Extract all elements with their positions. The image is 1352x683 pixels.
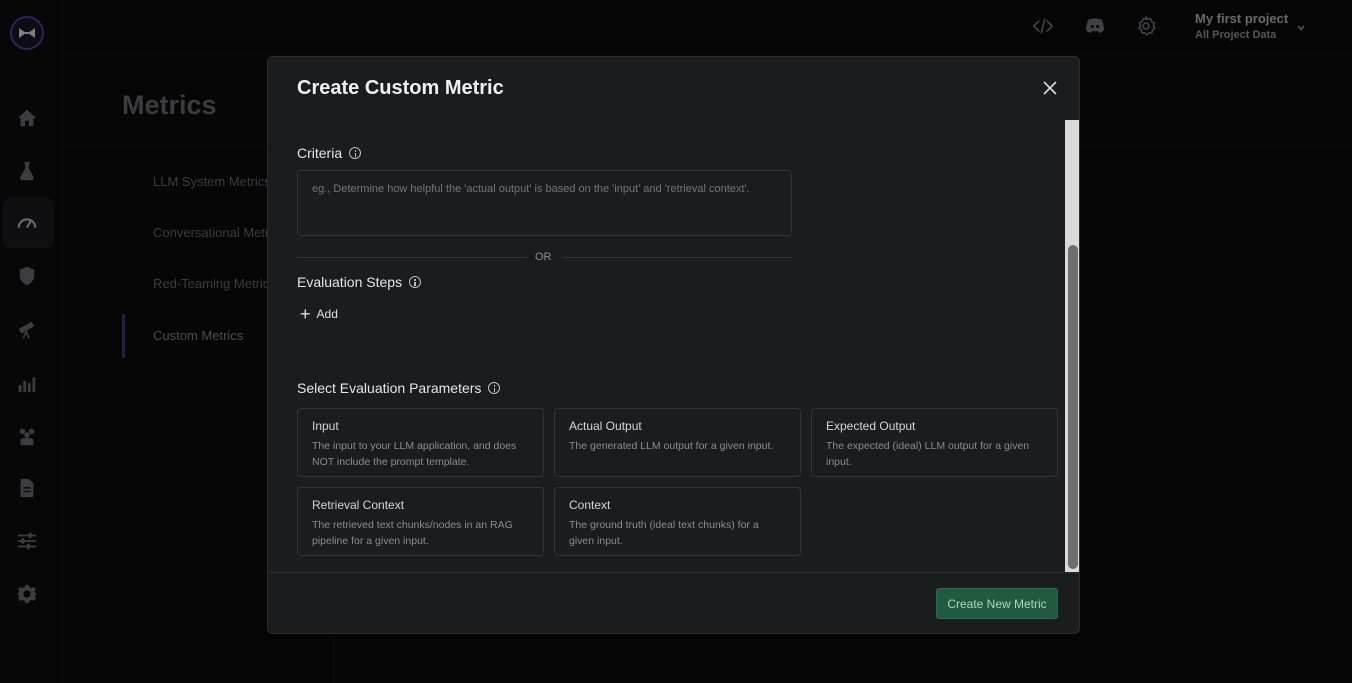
create-metric-button[interactable]: Create New Metric [936,588,1058,619]
criteria-label-text: Criteria [297,145,343,161]
evaluation-steps-label: Evaluation Steps [297,274,422,290]
param-desc: The generated LLM output for a given inp… [569,440,774,452]
close-icon[interactable] [1042,80,1058,96]
plus-icon: + [300,304,311,324]
param-title: Expected Output [826,419,916,433]
info-icon[interactable] [349,147,362,159]
modal-title: Create Custom Metric [297,77,504,99]
criteria-label: Criteria [297,145,362,161]
param-desc: The input to your LLM application, and d… [312,440,517,468]
evaluation-steps-label-text: Evaluation Steps [297,274,403,290]
param-desc: The retrieved text chunks/nodes in an RA… [312,519,513,547]
param-card-input[interactable]: Input The input to your LLM application,… [297,408,544,477]
or-line-left [297,257,527,258]
evaluation-params-label-text: Select Evaluation Parameters [297,380,482,396]
add-step-button[interactable]: + Add [300,304,338,324]
param-title: Context [569,498,611,512]
param-desc: The expected (ideal) LLM output for a gi… [826,440,1030,468]
info-icon[interactable] [488,382,501,394]
scrollbar-thumb[interactable] [1068,245,1078,569]
or-line-right [562,257,792,258]
info-icon[interactable] [409,276,422,288]
or-text: OR [535,251,552,263]
param-card-context[interactable]: Context The ground truth (ideal text chu… [554,487,801,556]
modal-footer-divider [268,572,1079,573]
or-divider: OR [297,250,792,264]
param-title: Retrieval Context [312,498,405,512]
param-desc: The ground truth (ideal text chunks) for… [569,519,759,547]
create-metric-modal: Create Custom Metric Criteria OR Evaluat… [267,56,1080,634]
param-title: Input [312,419,339,433]
evaluation-params-label: Select Evaluation Parameters [297,380,501,396]
param-title: Actual Output [569,419,642,433]
param-card-actual-output[interactable]: Actual Output The generated LLM output f… [554,408,801,477]
criteria-input[interactable] [297,170,792,236]
add-step-label: Add [316,307,338,321]
param-card-retrieval-context[interactable]: Retrieval Context The retrieved text chu… [297,487,544,556]
param-card-expected-output[interactable]: Expected Output The expected (ideal) LLM… [811,408,1058,477]
